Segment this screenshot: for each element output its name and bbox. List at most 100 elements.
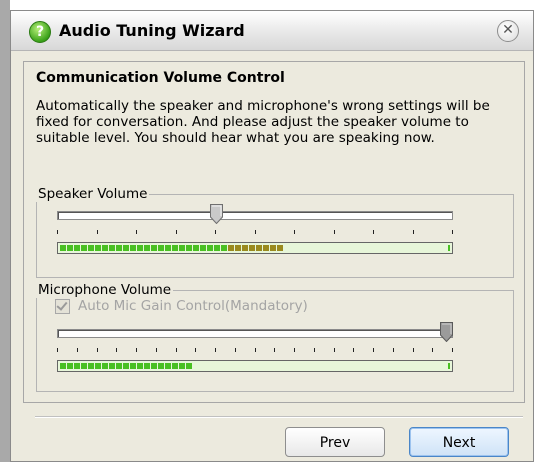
meter-segment: [123, 363, 129, 369]
speaker-level-fill: [60, 245, 283, 251]
meter-segment: [158, 245, 164, 251]
slider-tick: [254, 230, 256, 234]
meter-segment: [200, 245, 206, 251]
slider-tick: [373, 230, 374, 234]
meter-segment: [60, 245, 66, 251]
slider-tick: [432, 348, 434, 352]
auto-mic-gain-label: Auto Mic Gain Control(Mandatory): [78, 298, 308, 314]
speaker-volume-legend: Speaker Volume: [38, 186, 148, 202]
meter-segment: [165, 245, 171, 251]
meter-segment: [270, 245, 276, 251]
meter-segment: [130, 245, 136, 251]
microphone-volume-group: Microphone Volume Auto Mic Gain Control(…: [36, 282, 514, 392]
meter-segment: [102, 363, 108, 369]
slider-tick: [294, 230, 295, 234]
microphone-volume-thumb[interactable]: [440, 322, 453, 342]
meter-segment: [144, 245, 150, 251]
meter-segment: [179, 363, 185, 369]
slider-tick: [96, 230, 98, 234]
microphone-volume-legend: Microphone Volume: [38, 282, 172, 298]
speaker-volume-thumb[interactable]: [210, 204, 224, 224]
meter-segment: [151, 245, 157, 251]
meter-segment: [88, 245, 94, 251]
audio-tuning-wizard-dialog: ? Audio Tuning Wizard ✕ Communication Vo…: [10, 10, 534, 462]
meter-segment: [207, 245, 213, 251]
meter-segment: [242, 245, 248, 251]
slider-tick: [234, 348, 236, 352]
slider-tick: [116, 348, 118, 352]
meter-segment: [249, 245, 255, 251]
meter-segment: [151, 363, 157, 369]
meter-segment: [235, 245, 241, 251]
meter-segment: [256, 245, 262, 251]
meter-segment: [123, 245, 129, 251]
left-window-edge: [0, 0, 10, 462]
speaker-volume-group: Speaker Volume: [36, 186, 514, 278]
help-question-icon: ?: [29, 21, 51, 43]
slider-tick: [373, 348, 374, 352]
slider-tick: [452, 230, 453, 234]
meter-segment: [95, 363, 101, 369]
slider-tick: [353, 348, 355, 352]
slider-tick: [215, 230, 216, 234]
button-separator: [35, 416, 523, 418]
microphone-level-meter: [57, 360, 453, 372]
slider-tick: [254, 348, 256, 352]
slider-tick: [175, 348, 177, 352]
microphone-level-fill: [60, 363, 192, 369]
slider-tick: [294, 348, 295, 352]
meter-segment: [95, 245, 101, 251]
next-button[interactable]: Next: [409, 427, 509, 457]
slider-tick: [175, 230, 177, 234]
speaker-volume-ticks: [57, 230, 453, 236]
slider-tick: [76, 348, 78, 352]
meter-segment: [81, 245, 87, 251]
auto-mic-gain-checkbox[interactable]: [55, 298, 70, 314]
description-text: Automatically the speaker and microphone…: [36, 98, 490, 146]
slider-tick: [136, 348, 137, 352]
meter-segment: [137, 363, 143, 369]
prev-button[interactable]: Prev: [285, 427, 385, 457]
slider-tick: [136, 230, 137, 234]
slider-tick: [412, 230, 414, 234]
microphone-volume-ticks: [57, 348, 453, 354]
speaker-volume-track[interactable]: [57, 211, 453, 220]
meter-segment: [74, 363, 80, 369]
slider-tick: [274, 348, 276, 352]
meter-segment: [81, 363, 87, 369]
meter-segment: [214, 245, 220, 251]
meter-segment: [186, 363, 192, 369]
meter-segment: [221, 245, 227, 251]
meter-segment: [137, 245, 143, 251]
auto-mic-gain-row[interactable]: Auto Mic Gain Control(Mandatory): [55, 298, 308, 314]
meter-segment: [228, 245, 234, 251]
meter-segment: [60, 363, 66, 369]
meter-segment: [130, 363, 136, 369]
slider-tick: [155, 348, 157, 352]
slider-tick: [333, 230, 335, 234]
meter-segment: [186, 245, 192, 251]
microphone-volume-track[interactable]: [57, 329, 453, 338]
slider-tick: [412, 348, 414, 352]
meter-segment: [144, 363, 150, 369]
meter-end-cap: [448, 245, 450, 251]
slider-tick: [452, 348, 453, 352]
meter-segment: [172, 363, 178, 369]
meter-segment: [193, 245, 199, 251]
meter-segment: [116, 245, 122, 251]
meter-end-cap: [448, 363, 450, 369]
close-icon[interactable]: ✕: [497, 20, 519, 42]
meter-segment: [172, 245, 178, 251]
window-title: Audio Tuning Wizard: [59, 21, 245, 40]
speaker-level-meter: [57, 242, 453, 254]
meter-segment: [263, 245, 269, 251]
meter-segment: [67, 245, 73, 251]
meter-segment: [165, 363, 171, 369]
meter-segment: [67, 363, 73, 369]
slider-tick: [392, 348, 394, 352]
meter-segment: [277, 245, 283, 251]
meter-segment: [102, 245, 108, 251]
meter-segment: [74, 245, 80, 251]
meter-segment: [88, 363, 94, 369]
title-bar: ? Audio Tuning Wizard ✕: [11, 11, 533, 51]
